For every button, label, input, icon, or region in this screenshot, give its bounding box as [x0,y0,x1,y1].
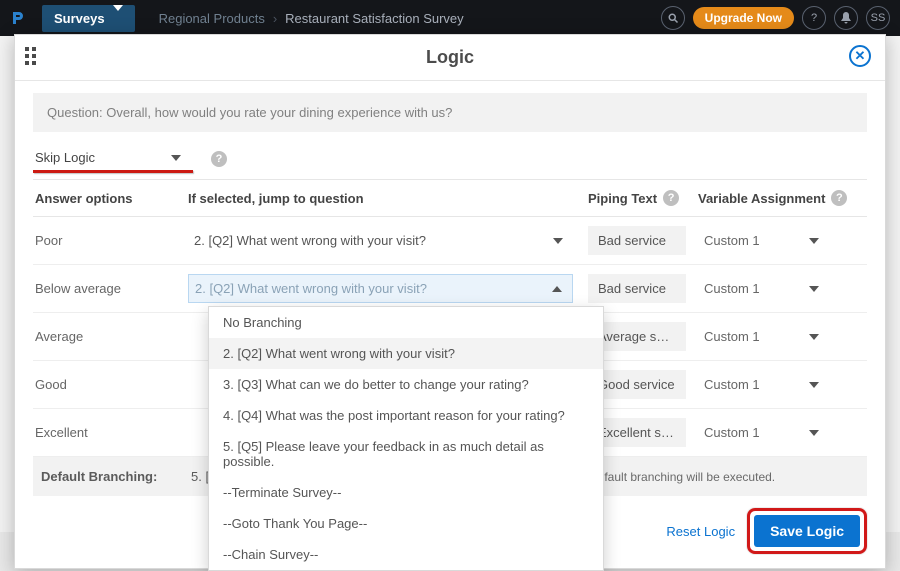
modal-title: Logic [426,47,474,68]
caret-down-icon [809,238,819,244]
logic-modal: Logic ✕ Question: Overall, how would you… [14,34,886,569]
variable-select-value: Custom 1 [704,281,760,296]
variable-select[interactable]: Custom 1 [698,229,823,252]
dropdown-item[interactable]: 3. [Q3] What can we do better to change … [209,369,603,400]
caret-up-icon [552,286,562,292]
answer-cell: Excellent [33,425,188,440]
piping-text-input[interactable]: Bad service [588,226,686,255]
dropdown-item[interactable]: --Goto Thank You Page-- [209,508,603,539]
jump-dropdown[interactable]: No Branching2. [Q2] What went wrong with… [208,306,604,571]
header-jump: If selected, jump to question [188,191,588,206]
table-header-row: Answer options If selected, jump to ques… [33,180,867,217]
drag-handle-icon[interactable] [25,47,36,65]
variable-select-value: Custom 1 [704,377,760,392]
variable-select-value: Custom 1 [704,233,760,248]
top-nav: Surveys Regional Products › Restaurant S… [0,0,900,36]
close-icon: ✕ [855,48,866,64]
help-icon[interactable]: ? [211,151,227,167]
default-branching-label: Default Branching: [41,469,191,484]
surveys-menu[interactable]: Surveys [42,5,135,32]
dropdown-item[interactable]: 2. [Q2] What went wrong with your visit? [209,338,603,369]
help-icon[interactable]: ? [831,190,847,206]
answer-cell: Poor [33,233,188,248]
save-highlight: Save Logic [747,508,867,554]
caret-down-icon [809,382,819,388]
caret-down-icon [553,238,563,244]
highlight-underline [33,170,193,173]
jump-select[interactable]: 2. [Q2] What went wrong with your visit? [188,274,573,303]
jump-select[interactable]: 2. [Q2] What went wrong with your visit? [188,227,573,254]
brand-icon [10,10,26,26]
dropdown-item[interactable]: --Terminate Survey-- [209,477,603,508]
jump-select-value: 2. [Q2] What went wrong with your visit? [195,281,427,296]
caret-down-icon [113,11,123,26]
close-button[interactable]: ✕ [849,45,871,67]
dropdown-item[interactable]: 4. [Q4] What was the post important reas… [209,400,603,431]
logic-type-label: Skip Logic [35,150,95,165]
variable-select-value: Custom 1 [704,329,760,344]
dropdown-item[interactable]: 5. [Q5] Please leave your feedback in as… [209,431,603,477]
notifications-icon[interactable] [834,6,858,30]
variable-select[interactable]: Custom 1 [698,277,823,300]
variable-select[interactable]: Custom 1 [698,325,823,348]
answer-cell: Average [33,329,188,344]
dropdown-item[interactable]: --Chain Survey-- [209,539,603,570]
chevron-right-icon: › [273,11,277,26]
caret-down-icon [809,334,819,340]
caret-down-icon [809,286,819,292]
answer-cell: Below average [33,281,188,296]
variable-select-value: Custom 1 [704,425,760,440]
save-logic-button[interactable]: Save Logic [754,515,860,547]
header-piping: Piping Text ? [588,190,698,206]
breadcrumb-survey[interactable]: Restaurant Satisfaction Survey [285,11,463,26]
table-row: Poor 2. [Q2] What went wrong with your vi… [33,217,867,265]
caret-down-icon [809,430,819,436]
header-answer: Answer options [33,191,188,206]
jump-select-value: 2. [Q2] What went wrong with your visit? [194,233,426,248]
question-banner: Question: Overall, how would you rate yo… [33,93,867,132]
upgrade-button[interactable]: Upgrade Now [693,7,794,29]
dropdown-item[interactable]: No Branching [209,307,603,338]
default-branching-note: default branching will be executed. [591,470,859,484]
breadcrumb-project[interactable]: Regional Products [159,11,265,26]
variable-select[interactable]: Custom 1 [698,373,823,396]
surveys-menu-label: Surveys [54,11,105,26]
search-icon[interactable] [661,6,685,30]
caret-down-icon [171,155,181,161]
modal-body: Question: Overall, how would you rate yo… [15,81,885,496]
help-icon[interactable]: ? [663,190,679,206]
variable-select[interactable]: Custom 1 [698,421,823,444]
piping-text-input[interactable]: Bad service [588,274,686,303]
header-variable: Variable Assignment ? [698,190,867,206]
help-icon[interactable]: ? [802,6,826,30]
logic-type-select[interactable]: Skip Logic [33,144,183,171]
modal-header: Logic ✕ [15,35,885,81]
reset-logic-button[interactable]: Reset Logic [666,524,735,539]
avatar[interactable]: SS [866,6,890,30]
brand-logo[interactable] [10,10,28,26]
answer-cell: Good [33,377,188,392]
